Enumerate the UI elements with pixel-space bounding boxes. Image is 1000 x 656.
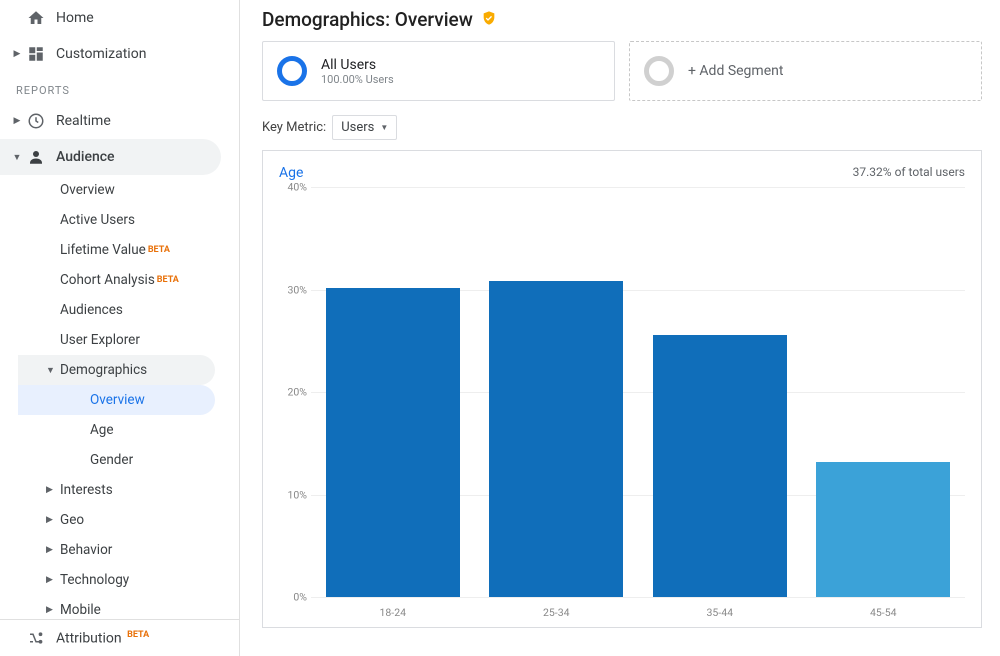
home-icon — [26, 8, 46, 28]
nav-label: Home — [56, 10, 227, 26]
chart-note: 37.32% of total users — [853, 165, 965, 181]
dashboard-icon — [26, 44, 46, 64]
nav-label: Realtime — [56, 113, 227, 129]
segment-subtitle: 100.00% Users — [321, 73, 394, 86]
chart-title[interactable]: Age — [279, 165, 303, 181]
caret-right-icon: ▶ — [46, 575, 53, 585]
y-axis-tick: 20% — [279, 386, 307, 399]
caret-right-icon: ▶ — [12, 116, 22, 126]
nav-audiences[interactable]: Audiences — [18, 295, 239, 325]
verified-shield-icon — [481, 8, 497, 31]
sidebar: Home ▶ Customization REPORTS ▶ Realtime … — [0, 0, 240, 656]
caret-down-icon: ▼ — [12, 152, 22, 163]
key-metric-value: Users — [341, 120, 374, 135]
nav-audience[interactable]: ▼ Audience — [0, 139, 221, 175]
age-chart-card: Age 37.32% of total users 0%10%20%30%40%… — [262, 150, 982, 628]
gridline — [311, 597, 965, 598]
nav-behavior[interactable]: ▶Behavior — [18, 535, 239, 565]
chevron-down-icon: ▼ — [380, 123, 388, 132]
nav-demographics[interactable]: ▼ Demographics — [18, 355, 215, 385]
nav-label: Attribution BETA — [56, 630, 227, 647]
clock-icon — [26, 111, 46, 131]
nav-user-explorer[interactable]: User Explorer — [18, 325, 239, 355]
attribution-icon — [26, 628, 46, 648]
x-axis-tick: 45-54 — [802, 606, 966, 619]
bars-container: 18-2425-3435-4445-54 — [311, 187, 965, 597]
nav-attribution[interactable]: ▶ Attribution BETA — [0, 620, 239, 656]
nav-cohort-analysis[interactable]: Cohort Analysis BETA — [18, 265, 239, 295]
caret-right-icon: ▶ — [12, 49, 22, 59]
nav-demographics-overview[interactable]: Overview — [18, 385, 215, 415]
bar[interactable] — [816, 462, 950, 597]
bar-slot: 25-34 — [475, 187, 639, 597]
x-axis-tick: 25-34 — [475, 606, 639, 619]
beta-tag: BETA — [127, 630, 149, 640]
segment-add-label: + Add Segment — [688, 63, 783, 79]
segment-add[interactable]: + Add Segment — [629, 41, 982, 101]
age-bar-chart: 0%10%20%30%40%18-2425-3435-4445-54 — [311, 187, 965, 597]
caret-down-icon: ▼ — [46, 365, 55, 376]
x-axis-tick: 18-24 — [311, 606, 475, 619]
y-axis-tick: 0% — [279, 591, 307, 604]
page-title: Demographics: Overview — [262, 8, 982, 31]
caret-right-icon: ▶ — [46, 545, 53, 555]
nav-realtime[interactable]: ▶ Realtime — [0, 103, 239, 139]
nav-customization[interactable]: ▶ Customization — [0, 36, 239, 72]
beta-tag: BETA — [157, 275, 179, 285]
y-axis-tick: 10% — [279, 488, 307, 501]
nav-demographics-gender[interactable]: Gender — [18, 445, 239, 475]
key-metric-label: Key Metric: — [262, 120, 326, 135]
segment-all-users[interactable]: All Users 100.00% Users — [262, 41, 615, 101]
nav-label: Audience — [56, 149, 209, 165]
segment-circle-icon — [277, 56, 307, 86]
bar[interactable] — [489, 281, 623, 597]
nav-geo[interactable]: ▶Geo — [18, 505, 239, 535]
bar-slot: 45-54 — [802, 187, 966, 597]
bar[interactable] — [653, 335, 787, 597]
key-metric-selector[interactable]: Users ▼ — [332, 115, 397, 140]
nav-audience-overview[interactable]: Overview — [18, 175, 239, 205]
caret-right-icon: ▶ — [46, 485, 53, 495]
caret-right-icon: ▶ — [46, 605, 53, 615]
nav-active-users[interactable]: Active Users — [18, 205, 239, 235]
bar[interactable] — [326, 288, 460, 597]
x-axis-tick: 35-44 — [638, 606, 802, 619]
y-axis-tick: 30% — [279, 283, 307, 296]
main-content: Demographics: Overview All Users 100.00%… — [240, 0, 1000, 656]
person-icon — [26, 147, 46, 167]
nav-demographics-age[interactable]: Age — [18, 415, 239, 445]
bar-slot: 18-24 — [311, 187, 475, 597]
nav-home[interactable]: Home — [0, 0, 239, 36]
beta-tag: BETA — [148, 245, 170, 255]
nav-lifetime-value[interactable]: Lifetime Value BETA — [18, 235, 239, 265]
segment-circle-icon — [644, 56, 674, 86]
bar-slot: 35-44 — [638, 187, 802, 597]
segment-title: All Users — [321, 57, 394, 73]
nav-label: Customization — [56, 46, 227, 62]
audience-sublist: Overview Active Users Lifetime Value BET… — [18, 175, 239, 625]
nav-technology[interactable]: ▶Technology — [18, 565, 239, 595]
caret-right-icon: ▶ — [46, 515, 53, 525]
nav-interests[interactable]: ▶Interests — [18, 475, 239, 505]
y-axis-tick: 40% — [279, 181, 307, 194]
sidebar-section-header: REPORTS — [0, 72, 239, 103]
